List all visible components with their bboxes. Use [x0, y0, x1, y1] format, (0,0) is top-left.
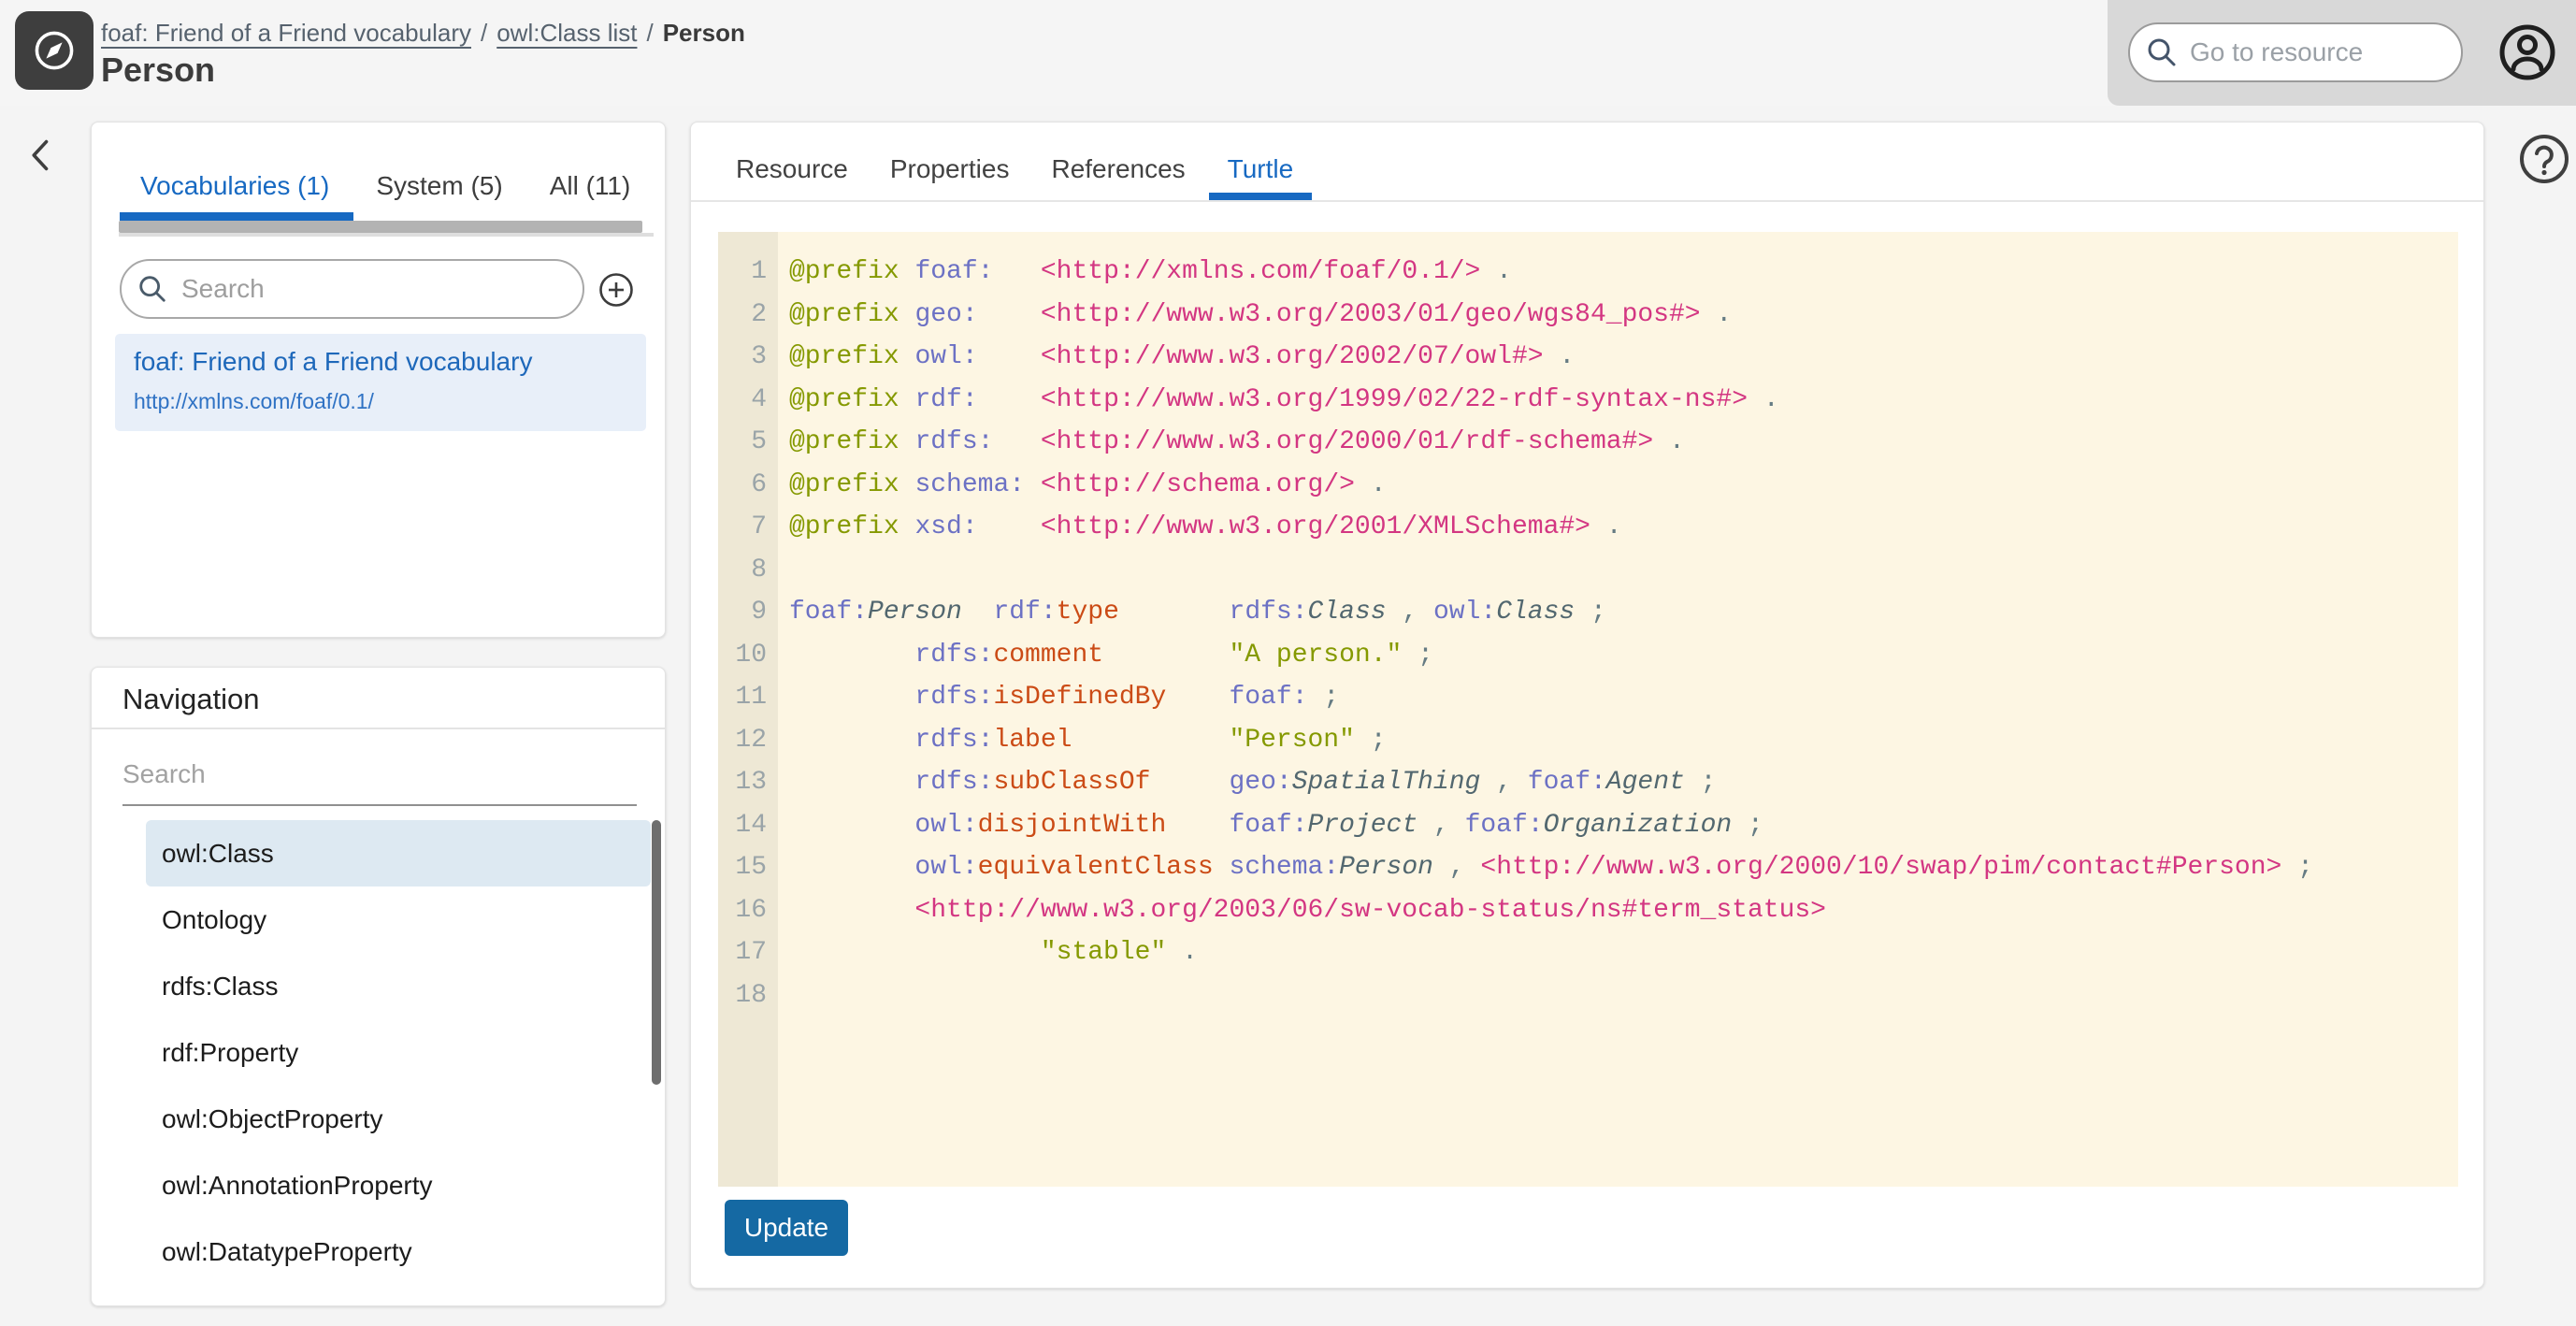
- breadcrumb-item: Person: [663, 19, 745, 47]
- breadcrumb-item[interactable]: foaf: Friend of a Friend vocabulary: [101, 19, 471, 47]
- line-number: 8: [718, 549, 767, 592]
- search-icon: [2145, 36, 2179, 69]
- code-line: @prefix rdfs: <http://www.w3.org/2000/01…: [789, 421, 2458, 464]
- detail-tabs: Resource Properties References Turtle: [736, 143, 1293, 195]
- line-number: 2: [718, 294, 767, 337]
- vocab-search[interactable]: [120, 259, 584, 319]
- nav-item-owl-objectproperty[interactable]: owl:ObjectProperty: [146, 1086, 651, 1152]
- vocab-search-input[interactable]: [181, 274, 537, 304]
- code-line: foaf:Person rdf:type rdfs:Class , owl:Cl…: [789, 591, 2458, 634]
- scrollbar-track-line: [119, 233, 654, 237]
- line-number: 1: [718, 251, 767, 294]
- editor-code[interactable]: @prefix foaf: <http://xmlns.com/foaf/0.1…: [778, 232, 2458, 1187]
- page-title: Person: [101, 50, 215, 90]
- update-button[interactable]: Update: [725, 1200, 848, 1256]
- turtle-code-editor[interactable]: 123456789101112131415161718 @prefix foaf…: [718, 232, 2458, 1187]
- code-line: @prefix xsd: <http://www.w3.org/2001/XML…: [789, 506, 2458, 549]
- vocab-item-title: foaf: Friend of a Friend vocabulary: [134, 347, 646, 377]
- code-line: owl:equivalentClass schema:Person , <htt…: [789, 846, 2458, 889]
- tab-turtle[interactable]: Turtle: [1228, 143, 1294, 195]
- compass-icon: [26, 22, 82, 79]
- divider: [92, 728, 665, 729]
- search-icon: [137, 273, 168, 305]
- nav-item-rdfs-class[interactable]: rdfs:Class: [146, 953, 651, 1019]
- vocab-list: foaf: Friend of a Friend vocabulary http:…: [115, 334, 646, 431]
- nav-item-owl-datatypeproperty[interactable]: owl:DatatypeProperty: [146, 1218, 651, 1285]
- line-number: 12: [718, 719, 767, 762]
- help-button[interactable]: [2517, 132, 2571, 186]
- resource-detail-panel: ResourcePropertiesReferencesTurtle 12345…: [690, 122, 2484, 1289]
- header-right-panel: [2108, 0, 2576, 106]
- line-number: 17: [718, 931, 767, 974]
- nav-item-owl-annotationproperty[interactable]: owl:AnnotationProperty: [146, 1152, 651, 1218]
- line-number: 3: [718, 336, 767, 379]
- add-vocabulary-button[interactable]: [598, 272, 634, 308]
- line-number: 10: [718, 634, 767, 677]
- search-underline: [122, 804, 637, 806]
- vocab-tab-all-[interactable]: All (11): [550, 160, 631, 212]
- help-icon: [2517, 132, 2571, 186]
- line-number: 18: [718, 974, 767, 1017]
- line-number: 13: [718, 761, 767, 804]
- goto-resource-search[interactable]: [2128, 22, 2463, 82]
- vocab-tab-vocabularies-[interactable]: Vocabularies (1): [140, 160, 329, 212]
- code-line: rdfs:subClassOf geo:SpatialThing , foaf:…: [789, 761, 2458, 804]
- vocabularies-panel: Vocabularies (1) System (5) All (11) foaf:…: [91, 122, 666, 638]
- account-circle-icon: [2497, 22, 2557, 82]
- vocab-item-uri: http://xmlns.com/foaf/0.1/: [134, 389, 646, 414]
- code-line: <http://www.w3.org/2003/06/sw-vocab-stat…: [789, 889, 2458, 932]
- tab-properties[interactable]: Properties: [890, 143, 1010, 195]
- user-avatar[interactable]: [2497, 22, 2557, 82]
- nav-item-ontology[interactable]: Ontology: [146, 886, 651, 953]
- line-number: 6: [718, 464, 767, 507]
- line-number: 14: [718, 804, 767, 847]
- line-number: 9: [718, 591, 767, 634]
- code-line: @prefix owl: <http://www.w3.org/2002/07/…: [789, 336, 2458, 379]
- horizontal-scrollbar[interactable]: [119, 221, 642, 233]
- vocab-tab-system-[interactable]: System (5): [376, 160, 502, 212]
- vocab-list-item[interactable]: foaf: Friend of a Friend vocabulary http:…: [115, 334, 646, 431]
- navigation-title: Navigation: [122, 683, 259, 716]
- editor-gutter: 123456789101112131415161718: [718, 232, 778, 1187]
- code-line: rdfs:isDefinedBy foaf: ;: [789, 676, 2458, 719]
- navigation-search[interactable]: [122, 750, 637, 799]
- code-line: [789, 974, 2458, 1017]
- line-number: 11: [718, 676, 767, 719]
- nav-item-rdf-property[interactable]: rdf:Property: [146, 1019, 651, 1086]
- app-header: foaf: Friend of a Friend vocabulary/owl:…: [0, 0, 2576, 106]
- tab-resource[interactable]: Resource: [736, 143, 848, 195]
- line-number: 5: [718, 421, 767, 464]
- code-line: @prefix rdf: <http://www.w3.org/1999/02/…: [789, 379, 2458, 422]
- breadcrumb-item[interactable]: owl:Class list: [496, 19, 637, 47]
- code-line: @prefix schema: <http://schema.org/> .: [789, 464, 2458, 507]
- code-line: rdfs:label "Person" ;: [789, 719, 2458, 762]
- tab-references[interactable]: References: [1051, 143, 1185, 195]
- code-line: owl:disjointWith foaf:Project , foaf:Org…: [789, 804, 2458, 847]
- code-line: [789, 549, 2458, 592]
- plus-circle-icon: [598, 272, 634, 308]
- navigation-search-input[interactable]: [122, 750, 637, 799]
- code-line: @prefix geo: <http://www.w3.org/2003/01/…: [789, 294, 2458, 337]
- chevron-left-icon: [22, 137, 60, 174]
- active-tab-indicator: [120, 212, 353, 221]
- breadcrumb-separator: /: [471, 19, 496, 47]
- line-number: 15: [718, 846, 767, 889]
- tabs-divider: [691, 200, 2483, 202]
- vocab-tabs: Vocabularies (1) System (5) All (11): [140, 160, 630, 212]
- collapse-sidebar-button[interactable]: [22, 137, 60, 174]
- code-line: @prefix foaf: <http://xmlns.com/foaf/0.1…: [789, 251, 2458, 294]
- code-line: rdfs:comment "A person." ;: [789, 634, 2458, 677]
- breadcrumb: foaf: Friend of a Friend vocabulary/owl:…: [101, 17, 745, 49]
- vertical-scrollbar[interactable]: [652, 820, 661, 1085]
- goto-resource-input[interactable]: [2190, 37, 2442, 67]
- app-logo[interactable]: [15, 11, 94, 90]
- line-number: 7: [718, 506, 767, 549]
- navigation-panel: Navigation owl:ClassOntologyrdfs:Classrd…: [91, 667, 666, 1306]
- line-number: 4: [718, 379, 767, 422]
- breadcrumb-separator: /: [637, 19, 662, 47]
- line-number: 16: [718, 889, 767, 932]
- navigation-list: owl:ClassOntologyrdfs:Classrdf:Propertyo…: [92, 814, 665, 1302]
- nav-item-owl-class[interactable]: owl:Class: [146, 820, 651, 886]
- code-line: "stable" .: [789, 931, 2458, 974]
